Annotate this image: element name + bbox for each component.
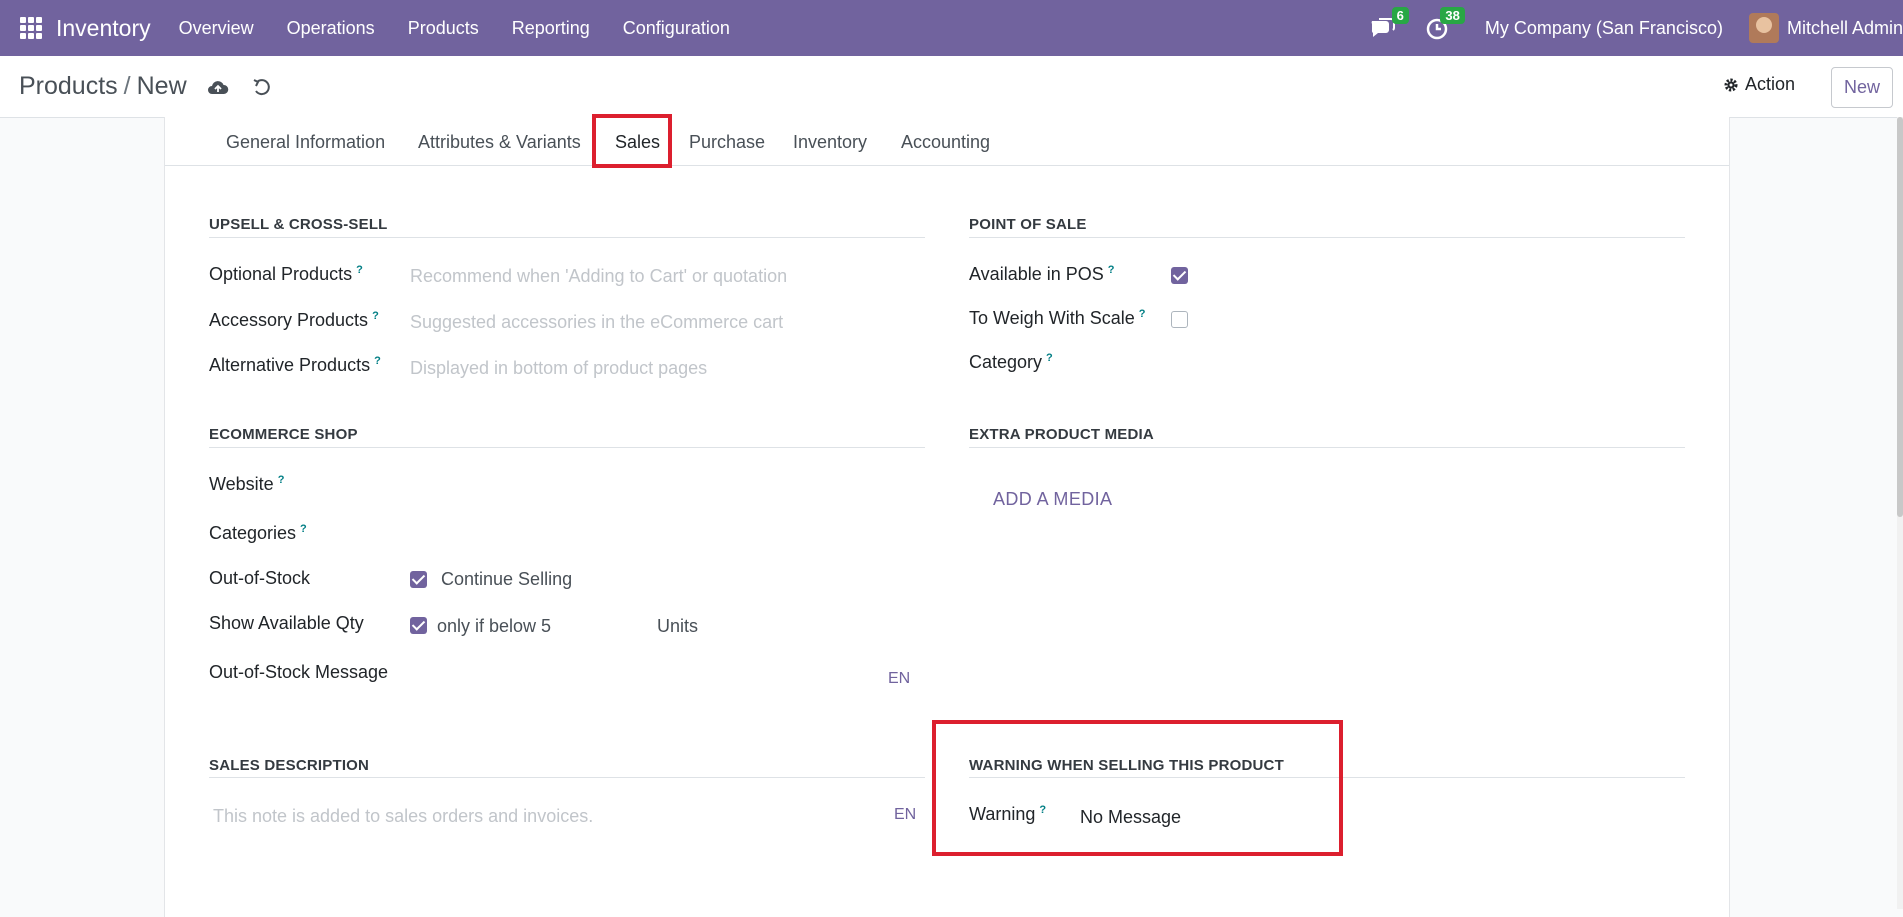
out-of-stock-message-label: Out-of-Stock Message	[209, 662, 389, 682]
show-available-qty-label: Show Available Qty	[209, 613, 364, 633]
breadcrumb-new: New	[136, 72, 187, 100]
out-of-stock-label: Out-of-Stock	[209, 568, 311, 588]
continue-selling-checkbox[interactable]	[410, 571, 427, 588]
undo-icon	[253, 78, 270, 95]
upsell-divider	[209, 237, 925, 238]
sales-description-input[interactable]: This note is added to sales orders and i…	[213, 806, 593, 827]
activities-button[interactable]: 38	[1425, 7, 1465, 41]
sales-description-title: SALES DESCRIPTION	[209, 757, 370, 774]
sales-tab-highlight	[592, 114, 672, 168]
help-icon[interactable]: ?	[372, 310, 379, 322]
tab-attributes-variants[interactable]: Attributes & Variants	[418, 117, 581, 165]
upsell-section-title: UPSELL & CROSS-SELL	[209, 216, 388, 233]
show-available-qty-checkbox[interactable]	[410, 617, 427, 634]
messages-button[interactable]: 6	[1369, 7, 1409, 41]
oos-message-language-button[interactable]: EN	[888, 670, 910, 688]
form-sheet: General Information Attributes & Variant…	[164, 114, 1730, 917]
help-icon[interactable]: ?	[1046, 352, 1053, 364]
to-weigh-with-scale-checkbox[interactable]	[1171, 311, 1188, 328]
action-menu-button[interactable]: Action	[1723, 74, 1795, 95]
help-icon[interactable]: ?	[300, 523, 307, 535]
alternative-products-label: Alternative Products?	[209, 355, 381, 375]
tab-purchase[interactable]: Purchase	[689, 117, 765, 165]
tab-accounting[interactable]: Accounting	[901, 117, 990, 165]
scrollbar-thumb[interactable]	[1897, 117, 1903, 517]
user-avatar[interactable]	[1748, 13, 1779, 43]
help-icon[interactable]: ?	[278, 474, 285, 486]
menu-products[interactable]: Products	[408, 18, 479, 39]
chat-icon	[1371, 18, 1395, 37]
company-switcher[interactable]: My Company (San Francisco)	[1485, 18, 1723, 39]
user-menu[interactable]: Mitchell Admin	[1787, 18, 1903, 39]
show-available-qty-unit: Units	[657, 616, 699, 636]
save-button[interactable]	[207, 76, 229, 98]
help-icon[interactable]: ?	[1139, 308, 1146, 320]
optional-products-input[interactable]: Recommend when 'Adding to Cart' or quota…	[410, 266, 787, 287]
notebook-tabs: General Information Attributes & Variant…	[165, 117, 1729, 166]
discard-button[interactable]	[251, 76, 273, 98]
top-navbar: Inventory Overview Operations Products R…	[0, 0, 1903, 56]
pos-divider	[969, 237, 1685, 238]
media-section-title: EXTRA PRODUCT MEDIA	[969, 426, 1154, 443]
categories-label: Categories?	[209, 523, 307, 543]
pos-category-label: Category?	[969, 352, 1053, 372]
breadcrumb: Products / New	[19, 72, 187, 101]
activities-count-badge: 38	[1440, 7, 1465, 24]
ecommerce-divider	[209, 447, 925, 448]
alternative-products-input[interactable]: Displayed in bottom of product pages	[410, 358, 707, 379]
app-name[interactable]: Inventory	[56, 15, 151, 42]
sales-description-language-button[interactable]: EN	[894, 806, 916, 824]
page-scrollbar[interactable]	[1897, 117, 1903, 909]
menu-configuration[interactable]: Configuration	[623, 18, 730, 39]
continue-selling-text: Continue Selling	[441, 569, 573, 589]
cloud-upload-icon	[207, 80, 228, 94]
help-icon[interactable]: ?	[1108, 264, 1115, 276]
help-icon[interactable]: ?	[356, 264, 363, 276]
action-label: Action	[1744, 74, 1795, 94]
show-available-qty-threshold[interactable]: only if below 5	[437, 616, 551, 637]
menu-overview[interactable]: Overview	[179, 18, 254, 39]
website-label: Website?	[209, 474, 285, 494]
to-weigh-with-scale-label: To Weigh With Scale?	[969, 308, 1146, 328]
pos-section-title: POINT OF SALE	[969, 216, 1087, 233]
tab-inventory[interactable]: Inventory	[793, 117, 867, 165]
menu-reporting[interactable]: Reporting	[512, 18, 590, 39]
available-in-pos-checkbox[interactable]	[1171, 267, 1188, 284]
new-button[interactable]: New	[1831, 67, 1893, 108]
messages-count-badge: 6	[1391, 7, 1409, 24]
ecommerce-section-title: ECOMMERCE SHOP	[209, 426, 358, 443]
tab-general-information[interactable]: General Information	[226, 117, 385, 165]
control-panel: Products / New Action New	[0, 56, 1903, 118]
media-divider	[969, 447, 1685, 448]
accessory-products-input[interactable]: Suggested accessories in the eCommerce c…	[410, 312, 783, 333]
gear-icon	[1724, 78, 1738, 91]
available-in-pos-label: Available in POS?	[969, 264, 1115, 284]
app-grid-icon[interactable]	[20, 17, 42, 39]
breadcrumb-separator: /	[123, 72, 131, 100]
optional-products-label: Optional Products?	[209, 264, 363, 284]
menu-operations[interactable]: Operations	[287, 18, 375, 39]
add-media-button[interactable]: ADD A MEDIA	[993, 489, 1112, 510]
warning-section-highlight	[932, 720, 1343, 856]
sales-description-divider	[209, 777, 925, 778]
accessory-products-label: Accessory Products?	[209, 310, 379, 330]
breadcrumb-products[interactable]: Products	[19, 72, 118, 100]
help-icon[interactable]: ?	[374, 355, 381, 367]
